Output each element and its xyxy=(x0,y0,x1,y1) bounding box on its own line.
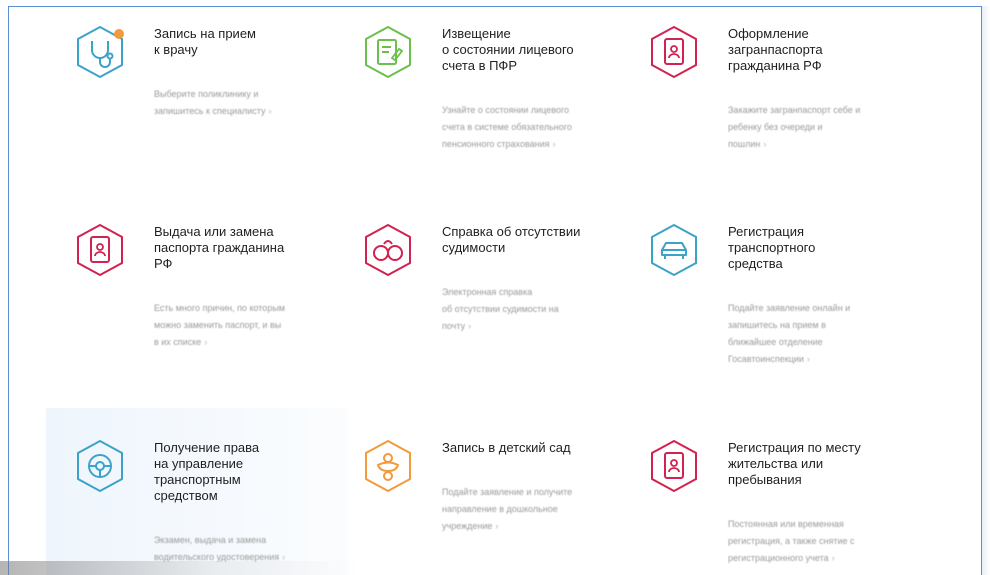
service-title[interactable]: Оформление загранпаспорта гражданина РФ xyxy=(728,26,918,74)
service-description[interactable]: Постоянная или временная регистрация, а … xyxy=(728,516,913,567)
handcuffs-icon xyxy=(362,222,414,278)
service-description[interactable]: Электронная справка об отсутствии судимо… xyxy=(442,284,627,335)
arrow-right-icon: › xyxy=(468,321,472,331)
passport-icon xyxy=(648,24,700,80)
stethoscope-icon xyxy=(74,24,126,80)
arrow-right-icon: › xyxy=(495,521,499,531)
service-description[interactable]: Подайте заявление и получите направление… xyxy=(442,484,627,535)
service-description[interactable]: Узнайте о состоянии лицевого счета в сис… xyxy=(442,102,627,153)
passport-person-icon xyxy=(648,438,700,494)
service-description[interactable]: Есть много причин, по которым можно заме… xyxy=(154,300,339,351)
arrow-right-icon: › xyxy=(268,106,272,116)
document-edit-icon xyxy=(362,24,414,80)
service-title[interactable]: Запись на прием к врачу xyxy=(154,26,344,58)
service-title[interactable]: Регистрация по месту жительства или преб… xyxy=(728,440,918,488)
service-title[interactable]: Запись в детский сад xyxy=(442,440,632,456)
service-title[interactable]: Выдача или замена паспорта гражданина РФ xyxy=(154,224,344,272)
service-description[interactable]: Подайте заявление онлайн и запишитесь на… xyxy=(728,300,913,368)
service-title[interactable]: Регистрация транспортного средства xyxy=(728,224,918,272)
arrow-right-icon: › xyxy=(204,337,208,347)
services-grid: Запись на прием к врачу Выберите поликли… xyxy=(74,24,934,575)
bottom-shadow xyxy=(0,561,360,575)
service-title[interactable]: Справка об отсутствии судимости xyxy=(442,224,632,256)
service-description[interactable]: Закажите загранпаспорт себе и ребенку бе… xyxy=(728,102,913,153)
arrow-right-icon: › xyxy=(831,553,835,563)
steering-wheel-icon xyxy=(74,438,126,494)
arrow-right-icon: › xyxy=(552,139,556,149)
pacifier-icon xyxy=(362,438,414,494)
service-description[interactable]: Выберите поликлинику и запишитесь к спец… xyxy=(154,86,339,120)
service-title[interactable]: Получение права на управление транспортн… xyxy=(154,440,344,504)
service-title[interactable]: Извещение о состоянии лицевого счета в П… xyxy=(442,26,632,74)
car-icon xyxy=(648,222,700,278)
arrow-right-icon: › xyxy=(806,354,810,364)
window-edge xyxy=(982,6,990,575)
passport-person-icon xyxy=(74,222,126,278)
arrow-right-icon: › xyxy=(763,139,767,149)
